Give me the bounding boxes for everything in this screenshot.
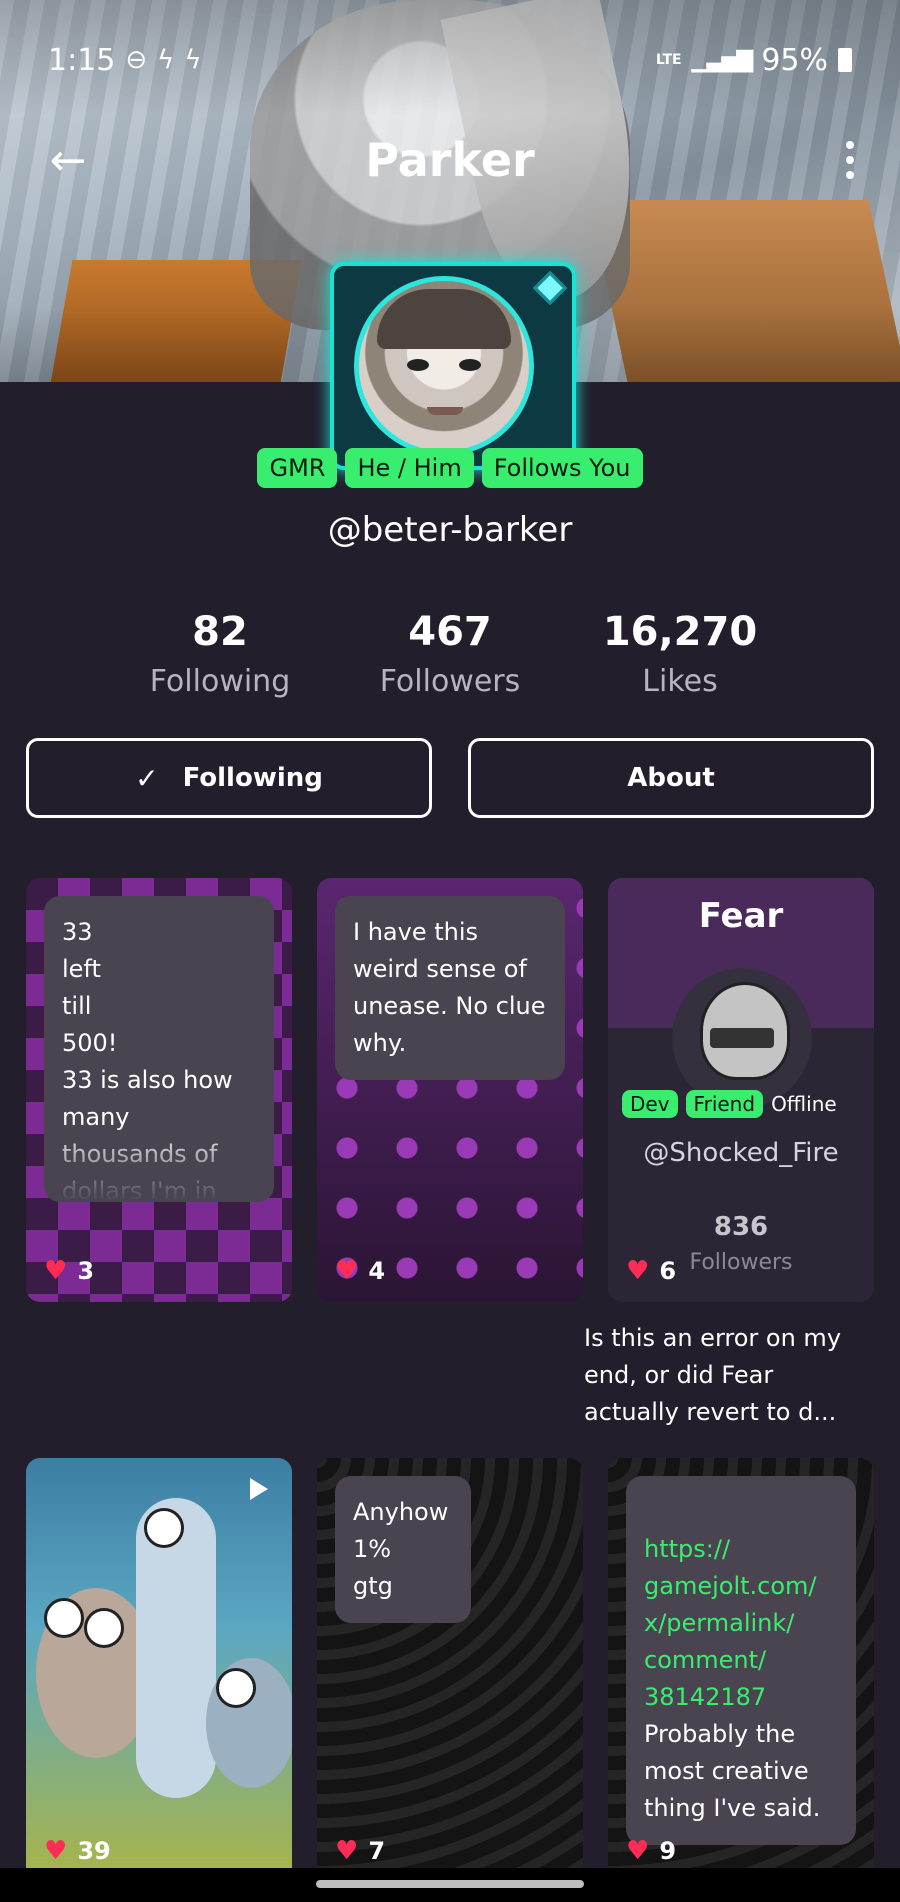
post-text-bubble: https:// gamejolt.com/ x/permalink/ comm… [626, 1476, 856, 1845]
like-count[interactable]: ♥ 9 [626, 1836, 676, 1866]
post-card[interactable]: https:// gamejolt.com/ x/permalink/ comm… [608, 1458, 874, 1882]
like-count-value: 9 [659, 1837, 677, 1865]
stat-followers[interactable]: 467 Followers [350, 606, 550, 706]
profile-badges: GMR He / Him Follows You [0, 448, 900, 488]
back-arrow-icon[interactable]: ← [40, 132, 96, 188]
stat-value: 467 [408, 609, 492, 655]
diamond-icon [533, 271, 567, 305]
post-card[interactable]: ♥ 39 [26, 1458, 292, 1882]
like-count-value: 39 [77, 1837, 111, 1865]
post-card[interactable]: Anyhow 1% gtg ♥ 7 [317, 1458, 583, 1882]
badge-friend: Friend [685, 1090, 764, 1118]
profile-actions: ✓ Following About [26, 738, 874, 818]
post-card[interactable]: 33 left till 500! 33 is also how many th… [26, 878, 292, 1302]
status-time: 1:15 [48, 42, 116, 78]
heart-icon: ♥ [335, 1256, 359, 1286]
embedded-user-name: Fear [698, 896, 784, 936]
heart-icon: ♥ [626, 1256, 650, 1286]
post-text: 33 left till 500! 33 is also how many th… [44, 896, 274, 1202]
stat-following[interactable]: 82 Following [120, 606, 320, 706]
home-indicator[interactable] [316, 1880, 584, 1888]
heart-icon: ♥ [335, 1836, 359, 1866]
about-button-label: About [627, 763, 715, 793]
like-count-value: 7 [368, 1837, 386, 1865]
bolt-icon: ϟ [157, 45, 175, 75]
like-count-value: 6 [659, 1257, 677, 1285]
embedded-username: @Shocked_Fire [643, 1138, 839, 1168]
post-text: Anyhow 1% gtg [335, 1476, 471, 1623]
like-count[interactable]: ♥ 4 [335, 1256, 385, 1286]
post-card[interactable]: Fear Dev Friend Offline @Shocked_Fire 83… [608, 878, 874, 1302]
like-count[interactable]: ♥ 3 [44, 1256, 94, 1286]
post-caption: Is this an error on my end, or did Fear … [584, 1324, 842, 1426]
stat-value: 16,270 [602, 609, 758, 655]
heart-icon: ♥ [626, 1836, 650, 1866]
signal-icon: ▁▃▅▇ [691, 47, 754, 73]
page-title: Parker [365, 133, 535, 187]
post-card[interactable]: I have this weird sense of unease. No cl… [317, 878, 583, 1302]
like-count[interactable]: ♥ 7 [335, 1836, 385, 1866]
more-vert-icon[interactable] [830, 132, 870, 188]
embedded-user-badges: Dev Friend Offline [622, 1090, 837, 1118]
like-count-value: 4 [368, 1257, 386, 1285]
post-link[interactable]: https:// gamejolt.com/ x/permalink/ comm… [644, 1535, 817, 1711]
play-icon [250, 1478, 268, 1500]
system-nav-bar [0, 1868, 900, 1902]
online-status: Offline [771, 1092, 837, 1116]
badge-pronouns: He / Him [345, 448, 474, 488]
stat-label: Followers [379, 664, 521, 699]
app-header: Parker ← [0, 130, 900, 190]
check-icon: ✓ [135, 761, 159, 795]
stat-likes[interactable]: 16,270 Likes [580, 606, 780, 706]
following-button-label: Following [182, 763, 323, 793]
like-count[interactable]: ♥ 39 [44, 1836, 111, 1866]
avatar-frame [330, 262, 576, 470]
stat-label: Following [149, 664, 291, 699]
about-button[interactable]: About [468, 738, 874, 818]
embedded-user-avatar [672, 968, 812, 1108]
post-text: I have this weird sense of unease. No cl… [335, 896, 565, 1080]
embedded-followers-count: 836 [713, 1212, 769, 1242]
following-button[interactable]: ✓ Following [26, 738, 432, 818]
heart-icon: ♥ [44, 1256, 68, 1286]
battery-icon [838, 48, 852, 72]
avatar[interactable] [354, 276, 534, 456]
profile-username: @beter-barker [327, 510, 573, 550]
post-text: Probably the most creative thing I've sa… [644, 1720, 821, 1822]
network-type: LTE [655, 52, 682, 68]
stat-value: 82 [192, 609, 248, 655]
heart-icon: ♥ [44, 1836, 68, 1866]
status-bar: 1:15 ⊖ ϟ ϟ LTE ▁▃▅▇ 95% [48, 38, 852, 82]
profile-stats: 82 Following 467 Followers 16,270 Likes [120, 606, 780, 706]
badge-gmr: GMR [257, 448, 338, 488]
battery-percent: 95% [761, 42, 828, 78]
badge-dev: Dev [622, 1090, 678, 1118]
dnd-icon: ⊖ [125, 45, 148, 75]
badge-follows-you: Follows You [481, 448, 643, 488]
like-count[interactable]: ♥ 6 [626, 1256, 676, 1286]
like-count-value: 3 [77, 1257, 95, 1285]
stat-label: Likes [642, 664, 718, 699]
bolt-icon: ϟ [184, 45, 202, 75]
